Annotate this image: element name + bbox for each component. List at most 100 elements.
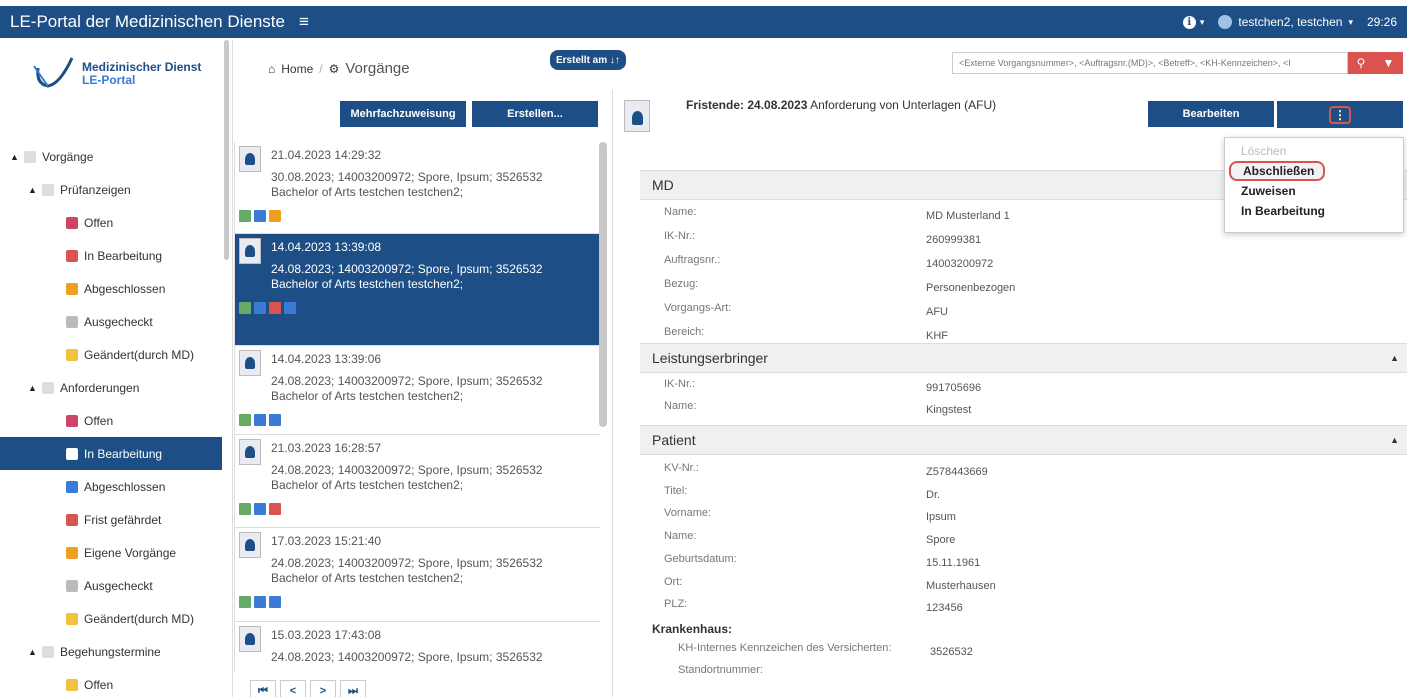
- folder-icon: [24, 150, 36, 163]
- sidebar-item[interactable]: Geändert(durch MD): [0, 602, 222, 635]
- status-icons: [239, 414, 281, 426]
- field-value: MD Musterland 1: [926, 210, 1010, 222]
- sidebar-item-label: Ausgecheckt: [84, 314, 153, 329]
- prev-page-icon[interactable]: <: [280, 680, 306, 697]
- status-icon: [269, 210, 281, 222]
- chevron-up-icon[interactable]: ▲: [28, 647, 42, 657]
- logo-line2: LE-Portal: [82, 73, 136, 87]
- sidebar-item[interactable]: Eigene Vorgänge: [0, 536, 222, 569]
- top-navbar: LE-Portal der Medizinischen Dienste ≡ i …: [0, 6, 1407, 38]
- sidebar-item[interactable]: In Bearbeitung: [0, 437, 222, 470]
- sidebar-item-label: Anforderungen: [60, 380, 140, 395]
- folder-icon: [42, 381, 54, 394]
- list-item-summary: 30.08.2023; 14003200972; Spore, Ipsum; 3…: [271, 170, 543, 184]
- status-icon: [239, 503, 251, 515]
- field-value: Z578443669: [926, 466, 988, 478]
- collapse-icon[interactable]: ▲: [1390, 435, 1399, 445]
- sidebar-item[interactable]: Ausgecheckt: [0, 305, 222, 338]
- sidebar-item[interactable]: Frist gefährdet: [0, 503, 222, 536]
- sidebar-item[interactable]: Abgeschlossen: [0, 272, 222, 305]
- status-icon: [269, 302, 281, 314]
- person-icon: [624, 100, 650, 132]
- field-value: 14003200972: [926, 258, 994, 270]
- sidebar-item-label: In Bearbeitung: [84, 248, 163, 263]
- sidebar-item[interactable]: ▲ Anforderungen: [0, 371, 222, 404]
- collapse-icon[interactable]: ▲: [1390, 353, 1399, 363]
- list-item[interactable]: 14.04.2023 13:39:08 24.08.2023; 140032009…: [235, 234, 600, 346]
- status-icon: [239, 302, 251, 314]
- folder-icon: [66, 546, 78, 559]
- list-item-assignee: Bachelor of Arts testchen testchen2;: [271, 478, 464, 492]
- home-icon[interactable]: ⌂: [268, 62, 275, 76]
- field-value: Personenbezogen: [926, 282, 1016, 294]
- section-patient[interactable]: Patient ▲: [640, 425, 1407, 455]
- hamburger-menu-icon[interactable]: ≡: [299, 12, 309, 32]
- field-label: Bereich:: [664, 326, 705, 338]
- sidebar-item-label: Abgeschlossen: [84, 479, 166, 494]
- list-item[interactable]: 17.03.2023 15:21:40 24.08.2023; 140032009…: [235, 528, 600, 622]
- sidebar-item[interactable]: Geändert(durch MD): [0, 338, 222, 371]
- list-item[interactable]: 21.03.2023 16:28:57 24.08.2023; 140032009…: [235, 435, 600, 528]
- sort-button[interactable]: Erstellt am ↓↑: [550, 50, 626, 70]
- search-buttons[interactable]: ⚲ ▼: [1348, 52, 1403, 74]
- status-icons: [239, 503, 281, 515]
- sidebar-item[interactable]: Abgeschlossen: [0, 470, 222, 503]
- list-item-summary: 24.08.2023; 14003200972; Spore, Ipsum; 3…: [271, 556, 543, 570]
- user-menu[interactable]: testchen2, testchen ▾: [1218, 15, 1353, 29]
- sidebar-item[interactable]: In Bearbeitung: [0, 239, 222, 272]
- multi-assign-button[interactable]: Mehrfachzuweisung: [340, 101, 466, 127]
- chevron-up-icon[interactable]: ▲: [28, 383, 42, 393]
- field-label: Titel:: [664, 484, 688, 497]
- list-item-date: 14.04.2023 13:39:08: [271, 240, 382, 254]
- sidebar: Medizinischer Dienst LE-Portal ▲ Vorgänge…: [0, 40, 233, 697]
- section-le[interactable]: Leistungserbringer ▲: [640, 343, 1407, 373]
- chevron-up-icon[interactable]: ▲: [28, 185, 42, 195]
- sidebar-item[interactable]: Offen: [0, 206, 222, 239]
- breadcrumb-home[interactable]: Home: [281, 62, 313, 76]
- status-icon: [239, 596, 251, 608]
- folder-icon: [66, 480, 78, 493]
- chevron-up-icon[interactable]: ▲: [10, 152, 24, 162]
- list-item[interactable]: 15.03.2023 17:43:08 24.08.2023; 140032009…: [235, 622, 600, 672]
- menu-assign[interactable]: Zuweisen: [1225, 181, 1403, 201]
- search-icon[interactable]: ⚲: [1357, 56, 1366, 70]
- logo: Medizinischer Dienst LE-Portal: [32, 54, 201, 94]
- sidebar-item[interactable]: ▲ Begehungstermine: [0, 635, 222, 668]
- list-scrollbar[interactable]: [599, 142, 607, 427]
- actions-dropdown: Löschen Abschließen Zuweisen In Bearbeitung: [1224, 137, 1404, 233]
- list-item[interactable]: 14.04.2023 13:39:06 24.08.2023; 140032009…: [235, 346, 600, 435]
- search-input[interactable]: <Externe Vorgangsnummer>, <Auftragsnr.(M…: [952, 52, 1348, 74]
- menu-complete[interactable]: Abschließen: [1229, 161, 1325, 181]
- sidebar-item[interactable]: Offen: [0, 404, 222, 437]
- field-label: Vorname:: [664, 507, 712, 520]
- next-page-icon[interactable]: >: [310, 680, 336, 697]
- sidebar-scrollbar[interactable]: [224, 40, 229, 260]
- sidebar-item[interactable]: ▲ Prüfanzeigen: [0, 173, 222, 206]
- field-value: Kingstest: [926, 404, 972, 416]
- edit-button[interactable]: Bearbeiten: [1148, 101, 1274, 127]
- person-icon: [239, 626, 261, 652]
- krankenhaus-title: Krankenhaus:: [652, 622, 733, 636]
- sidebar-item[interactable]: Ausgecheckt: [0, 569, 222, 602]
- sidebar-item[interactable]: Offen: [0, 668, 222, 697]
- more-actions-button[interactable]: ⋮: [1277, 101, 1403, 128]
- field-label: Name:: [664, 530, 697, 543]
- menu-in-progress[interactable]: In Bearbeitung: [1225, 201, 1403, 221]
- filter-icon[interactable]: ▼: [1383, 56, 1395, 70]
- folder-icon: [66, 414, 78, 427]
- sidebar-item-label: Geändert(durch MD): [84, 347, 195, 362]
- pagination: ⏮ < > ⏭: [250, 680, 366, 697]
- list-item-summary: 24.08.2023; 14003200972; Spore, Ipsum; 3…: [271, 374, 543, 388]
- first-page-icon[interactable]: ⏮: [250, 680, 276, 697]
- list-item-summary: 24.08.2023; 14003200972; Spore, Ipsum; 3…: [271, 650, 543, 664]
- last-page-icon[interactable]: ⏭: [340, 680, 366, 697]
- create-button[interactable]: Erstellen...: [472, 101, 598, 127]
- section-patient-title: Patient: [652, 432, 696, 448]
- info-menu[interactable]: i ▾: [1182, 15, 1204, 29]
- kebab-icon: ⋮: [1329, 105, 1351, 124]
- list-item[interactable]: 21.04.2023 14:29:32 30.08.2023; 140032009…: [235, 142, 600, 234]
- section-md-title: MD: [652, 177, 674, 193]
- list-item-assignee: Bachelor of Arts testchen testchen2;: [271, 571, 464, 585]
- folder-icon: [66, 216, 78, 229]
- sidebar-item[interactable]: ▲ Vorgänge: [0, 140, 222, 173]
